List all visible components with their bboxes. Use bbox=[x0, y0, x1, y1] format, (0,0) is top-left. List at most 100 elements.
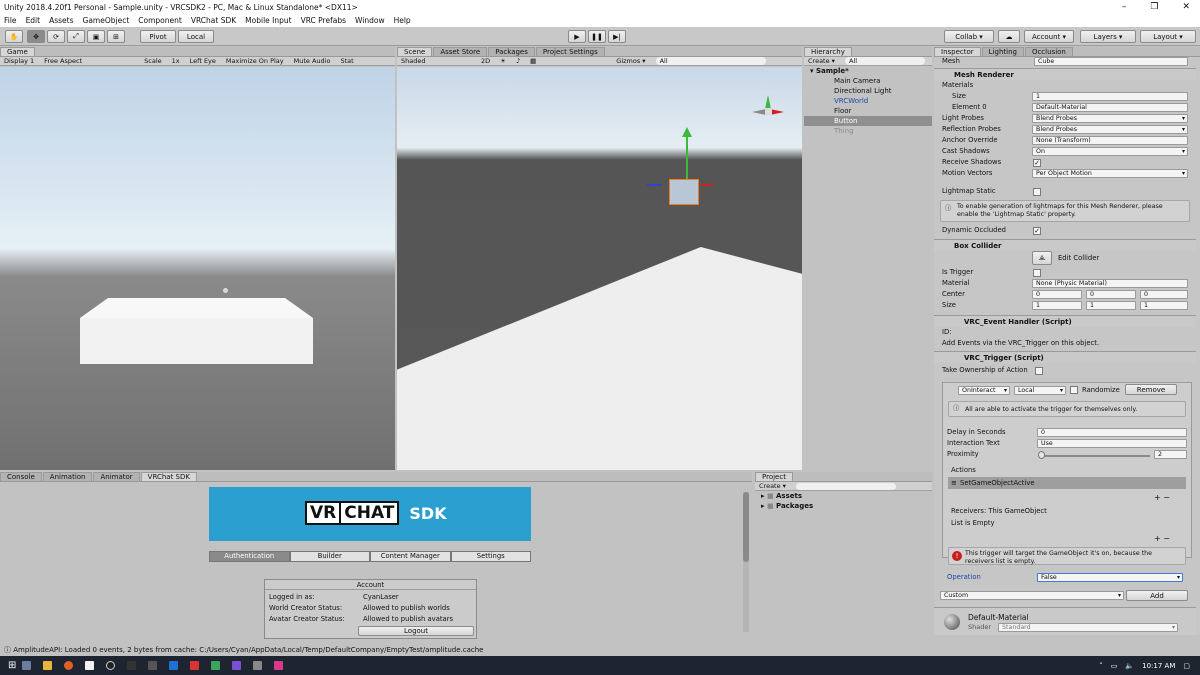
visual-studio-icon[interactable] bbox=[232, 661, 242, 670]
move-tool-icon[interactable]: ✥ bbox=[27, 30, 45, 43]
proximity-field[interactable]: 2 bbox=[1154, 450, 1187, 459]
box-collider-header[interactable]: Box Collider bbox=[934, 239, 1196, 251]
pivot-toggle[interactable]: Pivot bbox=[140, 30, 176, 43]
logout-button[interactable]: Logout bbox=[358, 626, 474, 636]
tab-game[interactable]: Game bbox=[0, 47, 35, 56]
windows-start-icon[interactable]: ⊞ bbox=[8, 660, 16, 671]
account-dropdown[interactable]: Account ▾ bbox=[1024, 30, 1074, 43]
hierarchy-item-main-camera[interactable]: Main Camera bbox=[804, 76, 932, 86]
app-icon[interactable] bbox=[169, 661, 179, 670]
scale-tool-icon[interactable]: ⤢ bbox=[67, 30, 85, 43]
x-axis-handle[interactable] bbox=[701, 184, 713, 186]
tab-asset-store[interactable]: Asset Store bbox=[433, 47, 488, 56]
effects-toggle-icon[interactable]: ▦ bbox=[530, 57, 536, 65]
tab-occlusion[interactable]: Occlusion bbox=[1024, 47, 1073, 56]
rect-tool-icon[interactable]: ▣ bbox=[87, 30, 105, 43]
app-icon[interactable] bbox=[274, 661, 284, 670]
hierarchy-create-dropdown[interactable]: Create ▾ bbox=[808, 57, 835, 65]
action-add-icon[interactable]: + − bbox=[1154, 493, 1170, 502]
mesh-renderer-header[interactable]: Mesh Renderer bbox=[934, 68, 1196, 80]
light-toggle-icon[interactable]: ☀ bbox=[500, 57, 506, 65]
tab-console[interactable]: Console bbox=[0, 472, 42, 481]
pause-button[interactable]: ❚❚ bbox=[588, 30, 606, 43]
tab-project-settings[interactable]: Project Settings bbox=[535, 47, 605, 56]
vrchat-icon[interactable] bbox=[127, 661, 137, 670]
broadcast-dropdown[interactable]: Local bbox=[1014, 386, 1066, 395]
hierarchy-item-vrcworld[interactable]: VRCWorld bbox=[804, 96, 932, 106]
hierarchy-item-button[interactable]: Button bbox=[804, 116, 932, 126]
maximize-toggle[interactable]: Maximize On Play bbox=[226, 57, 284, 65]
menu-gameobject[interactable]: GameObject bbox=[83, 16, 130, 25]
menu-file[interactable]: File bbox=[4, 16, 17, 25]
custom-dropdown[interactable]: Custom bbox=[940, 591, 1124, 600]
mode-2d-toggle[interactable]: 2D bbox=[481, 57, 490, 65]
transform-tool-icon[interactable]: ⊞ bbox=[107, 30, 125, 43]
size-z-field[interactable]: 1 bbox=[1140, 301, 1188, 310]
tab-hierarchy[interactable]: Hierarchy bbox=[804, 47, 852, 56]
operation-dropdown[interactable]: False bbox=[1037, 573, 1183, 582]
z-axis-handle[interactable] bbox=[647, 184, 661, 186]
hand-tool-icon[interactable]: ✋ bbox=[5, 30, 23, 43]
edit-collider-button[interactable]: ⟁ bbox=[1032, 251, 1052, 265]
unity-hub-icon[interactable] bbox=[148, 661, 158, 670]
menu-help[interactable]: Help bbox=[394, 16, 411, 25]
proximity-slider-track[interactable] bbox=[1040, 455, 1150, 457]
menu-window[interactable]: Window bbox=[355, 16, 385, 25]
aspect-dropdown[interactable]: Free Aspect bbox=[44, 57, 134, 65]
game-viewport[interactable] bbox=[0, 67, 395, 470]
menu-assets[interactable]: Assets bbox=[49, 16, 73, 25]
project-create-dropdown[interactable]: Create ▾ bbox=[759, 482, 786, 490]
tray-arrow-icon[interactable]: ˄ bbox=[1099, 662, 1103, 670]
size-field[interactable]: 1 bbox=[1032, 92, 1188, 101]
receiver-add-icon[interactable]: + − bbox=[1154, 534, 1170, 543]
clock[interactable]: 10:17 AM bbox=[1142, 662, 1175, 670]
sdk-tab-content-manager[interactable]: Content Manager bbox=[370, 551, 451, 562]
mesh-field[interactable]: Cube bbox=[1034, 57, 1188, 66]
cast-shadows-dropdown[interactable]: On bbox=[1032, 147, 1188, 156]
maximize-icon[interactable]: ❐ bbox=[1150, 2, 1158, 12]
size-y-field[interactable]: 1 bbox=[1086, 301, 1136, 310]
tab-scene[interactable]: Scene bbox=[397, 47, 433, 56]
tab-packages[interactable]: Packages bbox=[488, 47, 535, 56]
tab-inspector[interactable]: Inspector bbox=[934, 47, 981, 56]
tab-animation[interactable]: Animation bbox=[42, 472, 93, 481]
action-item[interactable]: ≡ SetGameObjectActive bbox=[948, 477, 1186, 489]
light-probes-dropdown[interactable]: Blend Probes bbox=[1032, 114, 1188, 123]
notification-icon[interactable]: ▢ bbox=[1183, 662, 1190, 670]
shading-dropdown[interactable]: Shaded bbox=[401, 57, 471, 65]
hierarchy-item-floor[interactable]: Floor bbox=[804, 106, 932, 116]
receive-shadows-checkbox[interactable]: ✓ bbox=[1033, 159, 1041, 167]
y-axis-handle[interactable] bbox=[686, 132, 688, 179]
layers-dropdown[interactable]: Layers ▾ bbox=[1080, 30, 1136, 43]
obs-icon[interactable] bbox=[106, 661, 116, 670]
app-icon[interactable] bbox=[211, 661, 221, 670]
project-item-packages[interactable]: ▸ ■ Packages bbox=[761, 501, 932, 511]
hierarchy-search[interactable]: All bbox=[844, 57, 925, 65]
sdk-tab-builder[interactable]: Builder bbox=[289, 551, 370, 562]
project-item-assets[interactable]: ▸ ■ Assets bbox=[761, 491, 932, 501]
minimize-icon[interactable]: – bbox=[1122, 2, 1127, 12]
reflection-probes-dropdown[interactable]: Blend Probes bbox=[1032, 125, 1188, 134]
firefox-icon[interactable] bbox=[64, 661, 74, 670]
network-icon[interactable]: ▭ bbox=[1111, 662, 1118, 670]
display-dropdown[interactable]: Display 1 bbox=[4, 57, 34, 65]
menu-vrchat-sdk[interactable]: VRChat SDK bbox=[191, 16, 236, 25]
hierarchy-item-thing[interactable]: Thing bbox=[804, 126, 932, 136]
notepad-icon[interactable] bbox=[85, 661, 95, 670]
element-field[interactable]: Default-Material bbox=[1032, 103, 1188, 112]
task-view-icon[interactable] bbox=[22, 661, 32, 670]
project-search-input[interactable] bbox=[795, 482, 896, 490]
lightmap-static-checkbox[interactable] bbox=[1033, 188, 1041, 196]
delay-field[interactable]: 0 bbox=[1037, 428, 1187, 437]
menu-mobile-input[interactable]: Mobile Input bbox=[245, 16, 291, 25]
center-x-field[interactable]: 0 bbox=[1032, 290, 1082, 299]
tab-vrchat-sdk[interactable]: VRChat SDK bbox=[140, 472, 197, 481]
is-trigger-checkbox[interactable] bbox=[1033, 269, 1041, 277]
collab-dropdown[interactable]: Collab ▾ bbox=[944, 30, 994, 43]
local-toggle[interactable]: Local bbox=[178, 30, 214, 43]
trigger-type-dropdown[interactable]: OnInteract bbox=[958, 386, 1010, 395]
app-icon[interactable] bbox=[190, 661, 200, 670]
tab-lighting[interactable]: Lighting bbox=[981, 47, 1024, 56]
motion-vectors-dropdown[interactable]: Per Object Motion bbox=[1032, 169, 1188, 178]
unity-icon[interactable] bbox=[253, 661, 263, 670]
